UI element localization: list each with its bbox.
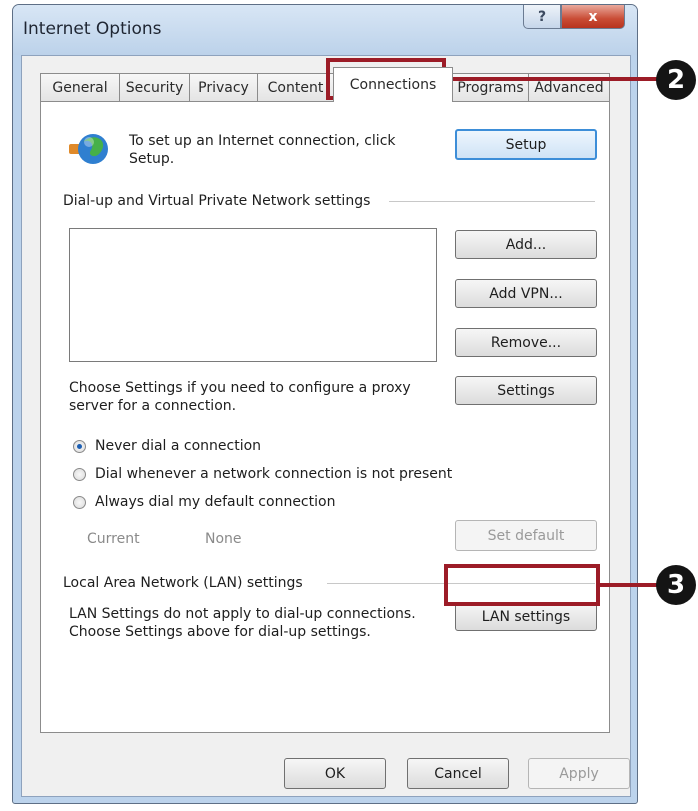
dialog-client-area: General Security Privacy Content Connect… — [21, 55, 631, 797]
radio-never-dial[interactable] — [73, 440, 86, 453]
close-icon: x — [588, 8, 598, 25]
apply-button[interactable]: Apply — [528, 758, 630, 789]
callout-2-leader-line — [446, 77, 660, 81]
callout-3-leader-line — [600, 583, 660, 587]
setup-description: To set up an Internet connection, click … — [129, 133, 396, 167]
callout-2-badge: 2 — [656, 60, 696, 100]
close-button[interactable]: x — [561, 5, 625, 29]
radio-dial-when-no-network[interactable] — [73, 468, 86, 481]
lan-settings-button[interactable]: LAN settings — [455, 602, 597, 631]
lan-description: LAN Settings do not apply to dial-up con… — [69, 606, 416, 640]
set-default-button[interactable]: Set default — [455, 520, 597, 551]
tab-content[interactable]: Content — [257, 73, 334, 101]
add-button[interactable]: Add... — [455, 230, 597, 259]
cancel-button[interactable]: Cancel — [407, 758, 509, 789]
radio-always-dial[interactable] — [73, 496, 86, 509]
setup-button[interactable]: Setup — [455, 129, 597, 160]
radio-always-dial-label: Always dial my default connection — [95, 494, 336, 510]
dialup-divider — [389, 201, 595, 202]
tab-connections[interactable]: Connections — [333, 67, 453, 102]
add-vpn-button[interactable]: Add VPN... — [455, 279, 597, 308]
tab-privacy[interactable]: Privacy — [189, 73, 258, 101]
dialup-heading: Dial-up and Virtual Private Network sett… — [63, 193, 371, 209]
lan-heading: Local Area Network (LAN) settings — [63, 575, 303, 591]
globe-network-icon — [69, 134, 108, 164]
radio-dial-when-no-network-label: Dial whenever a network connection is no… — [95, 466, 453, 482]
settings-button[interactable]: Settings — [455, 376, 597, 405]
proxy-description: Choose Settings if you need to configure… — [69, 380, 411, 414]
help-icon: ? — [537, 8, 547, 25]
help-button[interactable]: ? — [523, 5, 561, 29]
internet-options-window: Internet Options ? x General Security Pr… — [12, 4, 638, 804]
radio-never-dial-label: Never dial a connection — [95, 438, 262, 454]
lan-settings-highlight — [444, 564, 600, 606]
callout-3-badge: 3 — [656, 565, 696, 605]
tab-general[interactable]: General — [40, 73, 120, 101]
remove-button[interactable]: Remove... — [455, 328, 597, 357]
window-title: Internet Options — [23, 19, 162, 39]
title-bar: Internet Options ? x — [13, 5, 637, 55]
current-value: None — [205, 531, 242, 547]
ok-button[interactable]: OK — [284, 758, 386, 789]
connection-list[interactable] — [69, 228, 437, 362]
current-label: Current — [87, 531, 140, 547]
connections-panel: To set up an Internet connection, click … — [40, 101, 610, 733]
tab-security[interactable]: Security — [119, 73, 190, 101]
